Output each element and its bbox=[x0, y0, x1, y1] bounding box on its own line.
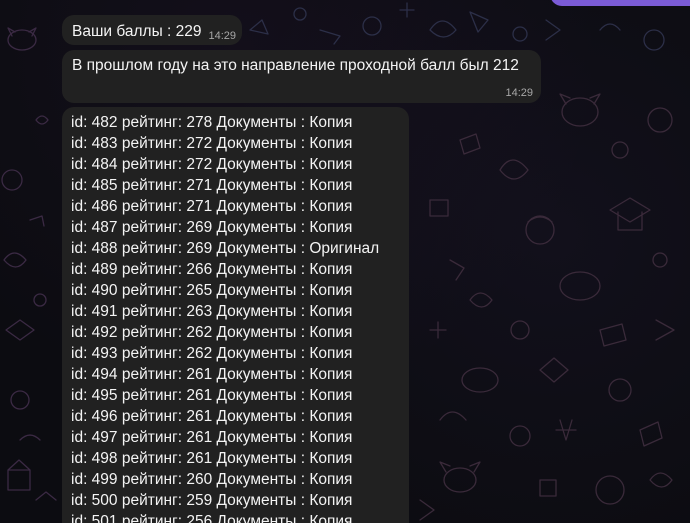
score-text: Ваши баллы : 229 bbox=[72, 23, 202, 40]
rating-row: id: 499 рейтинг: 260 Документы : Копия bbox=[71, 471, 353, 488]
rating-row: id: 498 рейтинг: 261 Документы : Копия bbox=[71, 450, 353, 467]
previous-year-text: В прошлом году на это направление проход… bbox=[72, 57, 519, 74]
rating-row: id: 492 рейтинг: 262 Документы : Копия bbox=[71, 324, 353, 341]
rating-row: id: 490 рейтинг: 265 Документы : Копия bbox=[71, 282, 353, 299]
score-message[interactable]: Ваши баллы : 229 14:29 bbox=[62, 15, 242, 45]
message-timestamp: 14:29 bbox=[505, 87, 533, 99]
outgoing-message-edge[interactable] bbox=[550, 0, 690, 6]
rating-row: id: 493 рейтинг: 262 Документы : Копия bbox=[71, 345, 353, 362]
previous-year-message[interactable]: В прошлом году на это направление проход… bbox=[62, 50, 541, 103]
rating-row: id: 489 рейтинг: 266 Документы : Копия bbox=[71, 261, 353, 278]
rating-row: id: 494 рейтинг: 261 Документы : Копия bbox=[71, 366, 353, 383]
rating-row: id: 491 рейтинг: 263 Документы : Копия bbox=[71, 303, 353, 320]
rating-row: id: 495 рейтинг: 261 Документы : Копия bbox=[71, 387, 353, 404]
rating-row: id: 496 рейтинг: 261 Документы : Копия bbox=[71, 408, 353, 425]
rating-row: id: 486 рейтинг: 271 Документы : Копия bbox=[71, 198, 353, 215]
rating-row: id: 500 рейтинг: 259 Документы : Копия bbox=[71, 492, 353, 509]
rating-row: id: 487 рейтинг: 269 Документы : Копия bbox=[71, 219, 353, 236]
message-timestamp: 14:29 bbox=[208, 30, 236, 42]
rating-row: id: 501 рейтинг: 256 Документы : Копия bbox=[71, 513, 353, 523]
rating-row: id: 488 рейтинг: 269 Документы : Оригина… bbox=[71, 240, 380, 257]
rating-list-message[interactable]: id: 482 рейтинг: 278 Документы : Копия i… bbox=[62, 107, 409, 523]
rating-row: id: 497 рейтинг: 261 Документы : Копия bbox=[71, 429, 353, 446]
rating-row: id: 482 рейтинг: 278 Документы : Копия bbox=[71, 114, 353, 131]
rating-row: id: 484 рейтинг: 272 Документы : Копия bbox=[71, 156, 353, 173]
rating-row: id: 483 рейтинг: 272 Документы : Копия bbox=[71, 135, 353, 152]
rating-row: id: 485 рейтинг: 271 Документы : Копия bbox=[71, 177, 353, 194]
